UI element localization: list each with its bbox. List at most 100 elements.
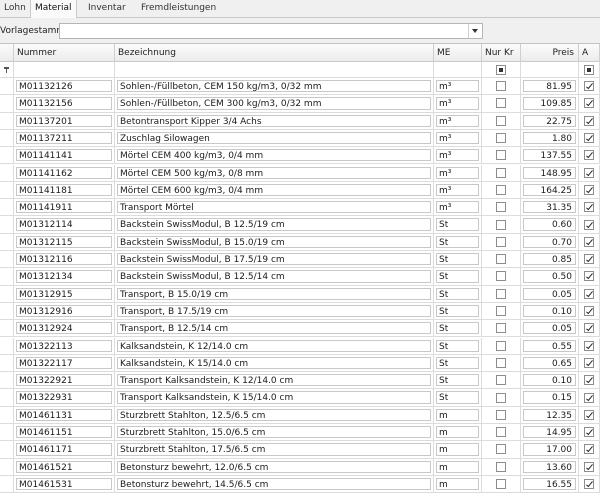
cell-a[interactable] <box>579 78 600 96</box>
a-checkbox[interactable] <box>584 202 594 213</box>
cell-nummer[interactable]: M01141162 <box>14 164 115 182</box>
a-checkbox[interactable] <box>584 357 594 368</box>
row-indicator[interactable] <box>0 475 14 494</box>
cell-preis[interactable]: 0.15 <box>521 389 579 407</box>
cell-nummer[interactable]: M01461151 <box>14 424 115 442</box>
column-header-bezeichnung[interactable]: Bezeichnung <box>115 44 434 62</box>
row-indicator[interactable] <box>0 112 14 130</box>
nur-kr-checkbox[interactable] <box>496 133 506 144</box>
cell-me[interactable]: m³ <box>434 147 482 165</box>
a-checkbox[interactable] <box>584 444 594 455</box>
table-row[interactable]: M01137201 Betontransport Kipper 3/4 Achs m… <box>0 112 600 130</box>
nur-kr-checkbox[interactable] <box>496 98 506 109</box>
cell-a[interactable] <box>579 458 600 476</box>
nur-kr-checkbox[interactable] <box>496 392 506 403</box>
cell-nummer[interactable]: M01322921 <box>14 372 115 390</box>
cell-me[interactable]: St <box>434 285 482 303</box>
cell-nummer[interactable]: M01312114 <box>14 216 115 234</box>
a-checkbox[interactable] <box>584 288 594 299</box>
cell-nummer[interactable]: M01461131 <box>14 406 115 424</box>
cell-a[interactable] <box>579 372 600 390</box>
cell-a[interactable] <box>579 95 600 113</box>
cell-preis[interactable]: 0.50 <box>521 268 579 286</box>
nur-kr-checkbox[interactable] <box>496 375 506 386</box>
cell-bezeichnung[interactable]: Kalksandstein, K 15/14.0 cm <box>115 354 434 373</box>
cell-bezeichnung[interactable]: Transport Kalksandstein, K 15/14.0 cm <box>115 389 434 407</box>
cell-preis[interactable]: 12.35 <box>521 406 579 424</box>
cell-bezeichnung[interactable]: Transport Kalksandstein, K 12/14.0 cm <box>115 372 434 390</box>
a-checkbox[interactable] <box>584 271 594 282</box>
cell-me[interactable]: St <box>434 268 482 286</box>
cell-me[interactable]: St <box>434 389 482 407</box>
table-row[interactable]: M01312134 Backstein SwissModul, B 12.5/14… <box>0 268 600 286</box>
cell-nummer[interactable]: M01137211 <box>14 129 115 148</box>
cell-me[interactable]: St <box>434 354 482 373</box>
a-checkbox[interactable] <box>584 254 594 265</box>
cell-bezeichnung[interactable]: Backstein SwissModul, B 15.0/19 cm <box>115 233 434 251</box>
cell-preis[interactable]: 164.25 <box>521 181 579 200</box>
cell-bezeichnung[interactable]: Sturzbrett Stahlton, 12.5/6.5 cm <box>115 406 434 424</box>
nur-kr-checkbox[interactable] <box>496 427 506 438</box>
cell-bezeichnung[interactable]: Transport, B 17.5/19 cm <box>115 302 434 321</box>
row-indicator[interactable] <box>0 354 14 373</box>
table-row[interactable]: M01312116 Backstein SwissModul, B 17.5/19… <box>0 251 600 269</box>
row-indicator[interactable] <box>0 424 14 442</box>
table-row[interactable]: M01132126 Sohlen-/Füllbeton, CEM 150 kg/m… <box>0 78 600 96</box>
cell-nur-kr[interactable] <box>482 233 521 251</box>
cell-me[interactable]: m <box>434 458 482 476</box>
a-checkbox[interactable] <box>584 375 594 386</box>
cell-a[interactable] <box>579 112 600 130</box>
cell-nummer[interactable]: M01322117 <box>14 354 115 373</box>
cell-nummer[interactable]: M01461171 <box>14 441 115 459</box>
filter-preis[interactable] <box>521 62 579 78</box>
cell-nur-kr[interactable] <box>482 199 521 217</box>
cell-nummer[interactable]: M01312134 <box>14 268 115 286</box>
row-indicator[interactable] <box>0 129 14 148</box>
filter-a-checkbox[interactable] <box>584 64 594 75</box>
row-indicator[interactable] <box>0 372 14 390</box>
cell-preis[interactable]: 0.85 <box>521 251 579 269</box>
nur-kr-checkbox[interactable] <box>496 271 506 282</box>
table-row[interactable]: M01137211 Zuschlag Silowagen m³ 1.80 <box>0 129 600 148</box>
cell-me[interactable]: m³ <box>434 95 482 113</box>
row-indicator[interactable] <box>0 95 14 113</box>
column-header-me[interactable]: ME <box>434 44 482 62</box>
table-row[interactable]: M01141141 Mörtel CEM 400 kg/m3, 0/4 mm m³ 1… <box>0 147 600 165</box>
cell-bezeichnung[interactable]: Sturzbrett Stahlton, 17.5/6.5 cm <box>115 441 434 459</box>
cell-nummer[interactable]: M01322931 <box>14 389 115 407</box>
cell-nummer[interactable]: M01132126 <box>14 78 115 96</box>
table-row[interactable]: M01322931 Transport Kalksandstein, K 15/1… <box>0 389 600 407</box>
table-row[interactable]: M01132156 Sohlen-/Füllbeton, CEM 300 kg/m… <box>0 95 600 113</box>
nur-kr-checkbox[interactable] <box>496 115 506 126</box>
a-checkbox[interactable] <box>584 340 594 351</box>
cell-me[interactable]: St <box>434 216 482 234</box>
cell-preis[interactable]: 0.55 <box>521 337 579 355</box>
cell-bezeichnung[interactable]: Sohlen-/Füllbeton, CEM 150 kg/m3, 0/32 m… <box>115 78 434 96</box>
cell-nummer[interactable]: M01141911 <box>14 199 115 217</box>
table-row[interactable]: M01312114 Backstein SwissModul, B 12.5/19… <box>0 216 600 234</box>
cell-a[interactable] <box>579 441 600 459</box>
row-indicator[interactable] <box>0 233 14 251</box>
table-row[interactable]: M01322117 Kalksandstein, K 15/14.0 cm St 0.… <box>0 354 600 373</box>
nur-kr-checkbox[interactable] <box>496 236 506 247</box>
cell-preis[interactable]: 31.35 <box>521 199 579 217</box>
cell-nummer[interactable]: M01461531 <box>14 475 115 494</box>
row-indicator[interactable] <box>0 406 14 424</box>
nur-kr-checkbox[interactable] <box>496 81 506 92</box>
nur-kr-checkbox[interactable] <box>496 202 506 213</box>
cell-nur-kr[interactable] <box>482 129 521 148</box>
column-header-nummer[interactable]: Nummer <box>14 44 115 62</box>
cell-nur-kr[interactable] <box>482 78 521 96</box>
a-checkbox[interactable] <box>584 409 594 420</box>
a-checkbox[interactable] <box>584 479 594 490</box>
vorlagestamm-combobox[interactable] <box>59 23 483 39</box>
cell-nur-kr[interactable] <box>482 112 521 130</box>
cell-preis[interactable]: 0.05 <box>521 320 579 338</box>
cell-a[interactable] <box>579 251 600 269</box>
cell-nur-kr[interactable] <box>482 372 521 390</box>
tab-material[interactable]: Material <box>30 0 77 18</box>
cell-nur-kr[interactable] <box>482 181 521 200</box>
cell-preis[interactable]: 13.60 <box>521 458 579 476</box>
cell-me[interactable]: m <box>434 424 482 442</box>
cell-a[interactable] <box>579 389 600 407</box>
